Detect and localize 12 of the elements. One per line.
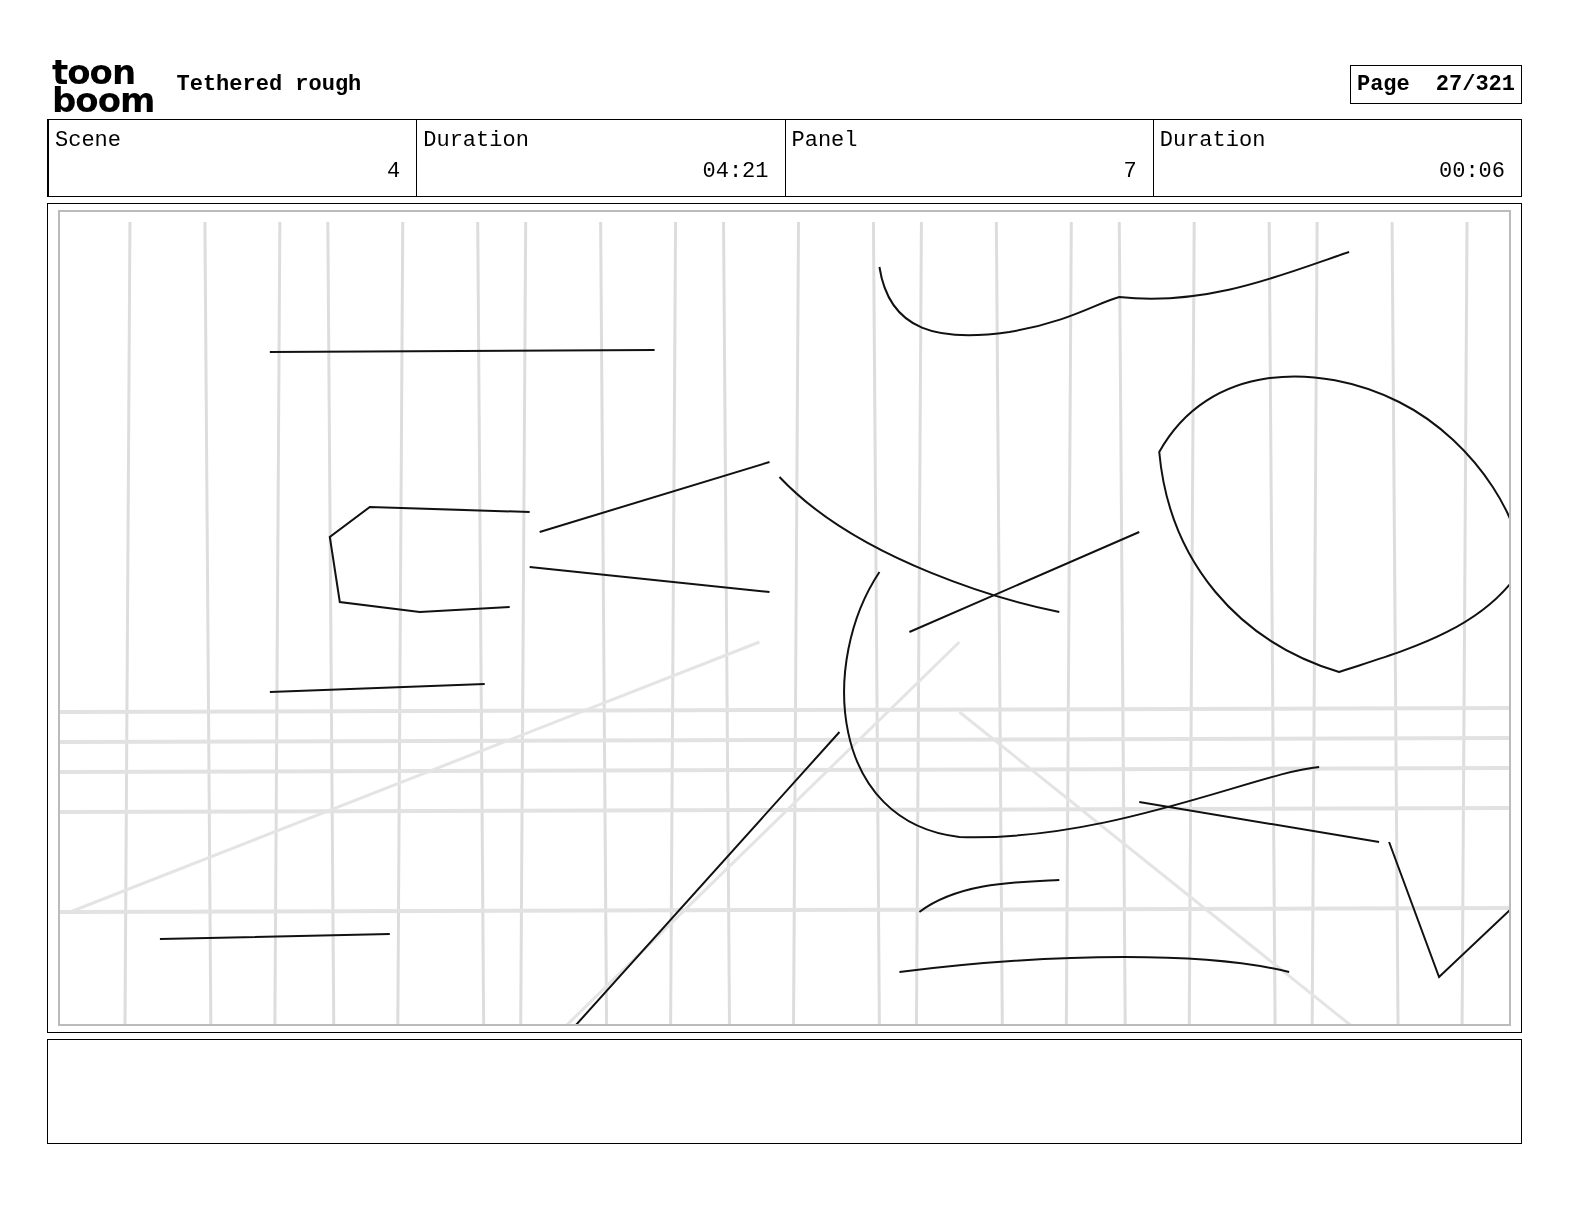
field-value: 4 bbox=[387, 158, 401, 186]
field-label: Duration bbox=[1159, 127, 1267, 155]
field-label: Panel bbox=[791, 127, 859, 155]
page-number: 27/321 bbox=[1435, 72, 1515, 97]
field-label: Duration bbox=[423, 127, 530, 155]
document-title: Tethered rough bbox=[176, 72, 362, 97]
field-value: 7 bbox=[1123, 158, 1137, 186]
field-value: 00:06 bbox=[1439, 158, 1505, 186]
page-label: Page bbox=[1356, 72, 1410, 97]
field-label: Scene bbox=[55, 127, 122, 155]
field-value: 04:21 bbox=[702, 158, 769, 186]
logo: toon boom bbox=[52, 55, 155, 114]
